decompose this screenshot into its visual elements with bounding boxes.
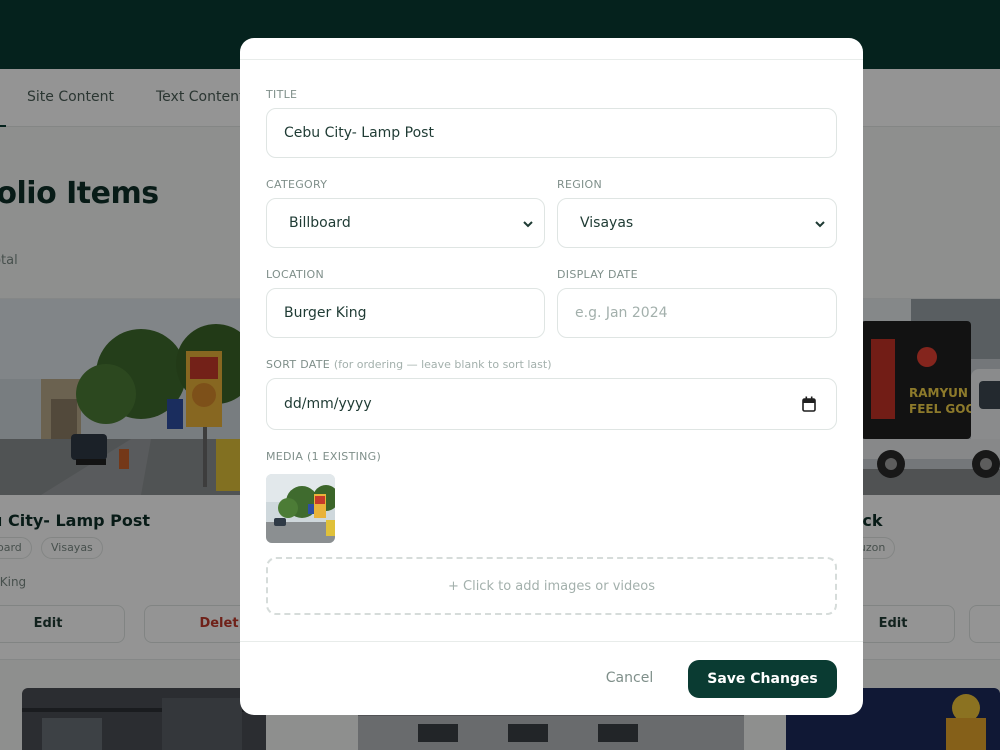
region-selected-value: Visayas — [580, 215, 634, 231]
title-input[interactable]: Cebu City- Lamp Post — [266, 108, 837, 158]
cancel-button[interactable]: Cancel — [592, 663, 667, 693]
save-changes-button[interactable]: Save Changes — [688, 660, 837, 698]
sort-date-hint: (for ordering — leave blank to sort last… — [333, 358, 552, 371]
category-select[interactable]: Billboard — [266, 198, 545, 248]
modal-footer-divider — [240, 641, 863, 642]
chevron-down-icon — [523, 221, 533, 228]
display-date-label: DISPLAY DATE — [557, 268, 638, 281]
location-label: LOCATION — [266, 268, 324, 281]
category-selected-value: Billboard — [289, 215, 351, 231]
category-label: CATEGORY — [266, 178, 328, 191]
sort-date-label: SORT DATE (for ordering — leave blank to… — [266, 358, 552, 371]
region-select[interactable]: Visayas — [557, 198, 837, 248]
sort-date-label-text: SORT DATE — [266, 358, 331, 371]
media-upload-dropzone[interactable]: + Click to add images or videos — [266, 557, 837, 615]
modal-header-divider — [240, 59, 863, 60]
calendar-icon[interactable] — [802, 396, 816, 412]
display-date-input[interactable]: e.g. Jan 2024 — [557, 288, 837, 338]
sort-date-placeholder: dd/mm/yyyy — [284, 396, 372, 412]
media-label: MEDIA (1 EXISTING) — [266, 450, 382, 463]
location-input[interactable]: Burger King — [266, 288, 545, 338]
media-thumbnail[interactable] — [266, 474, 335, 543]
sort-date-input[interactable]: dd/mm/yyyy — [266, 378, 837, 430]
region-label: REGION — [557, 178, 603, 191]
chevron-down-icon — [815, 221, 825, 228]
edit-portfolio-item-dialog: TITLE Cebu City- Lamp Post CATEGORY Bill… — [240, 38, 863, 715]
title-label: TITLE — [266, 88, 298, 101]
